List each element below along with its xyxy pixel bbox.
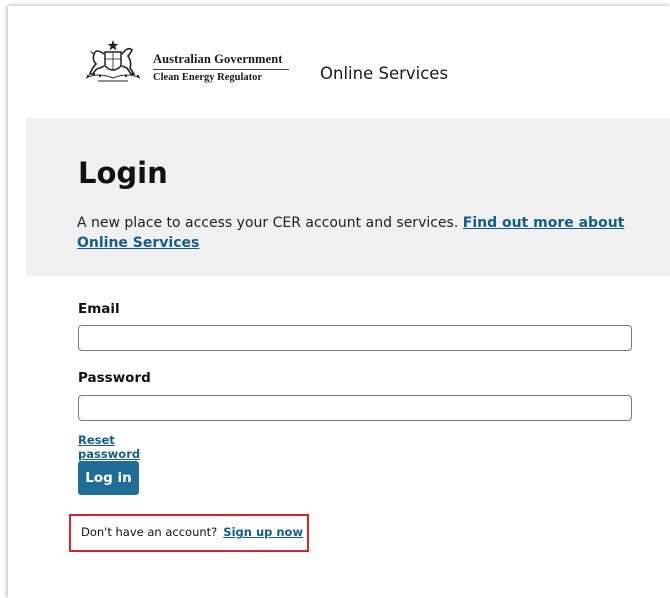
password-label: Password bbox=[78, 370, 151, 386]
intro-description: A new place to access your CER account a… bbox=[77, 215, 459, 231]
signup-highlight-box: Don't have an account? Sign up now bbox=[69, 514, 309, 552]
site-header: Australian Government Clean Energy Regul… bbox=[8, 6, 670, 116]
page-frame: Australian Government Clean Energy Regul… bbox=[8, 6, 670, 598]
site-title: Online Services bbox=[320, 64, 449, 83]
login-button[interactable]: Log in bbox=[78, 461, 139, 495]
gov-divider bbox=[153, 69, 289, 70]
email-label: Email bbox=[78, 301, 120, 317]
signup-row: Don't have an account? Sign up now bbox=[81, 525, 303, 539]
signup-prompt: Don't have an account? bbox=[81, 525, 218, 539]
agency-name: Clean Energy Regulator bbox=[153, 72, 263, 83]
password-field[interactable] bbox=[78, 395, 632, 421]
gov-name: Australian Government bbox=[153, 52, 283, 66]
email-field[interactable] bbox=[78, 325, 632, 351]
login-hero: Login A new place to access your CER acc… bbox=[26, 118, 670, 276]
reset-password-link[interactable]: Reset password bbox=[78, 433, 140, 461]
intro-text: A new place to access your CER account a… bbox=[77, 213, 637, 253]
government-logo-text: Australian Government Clean Energy Regul… bbox=[153, 52, 289, 83]
sign-up-link[interactable]: Sign up now bbox=[223, 525, 303, 539]
coat-of-arms-icon bbox=[85, 40, 141, 82]
page-title: Login bbox=[78, 156, 168, 190]
